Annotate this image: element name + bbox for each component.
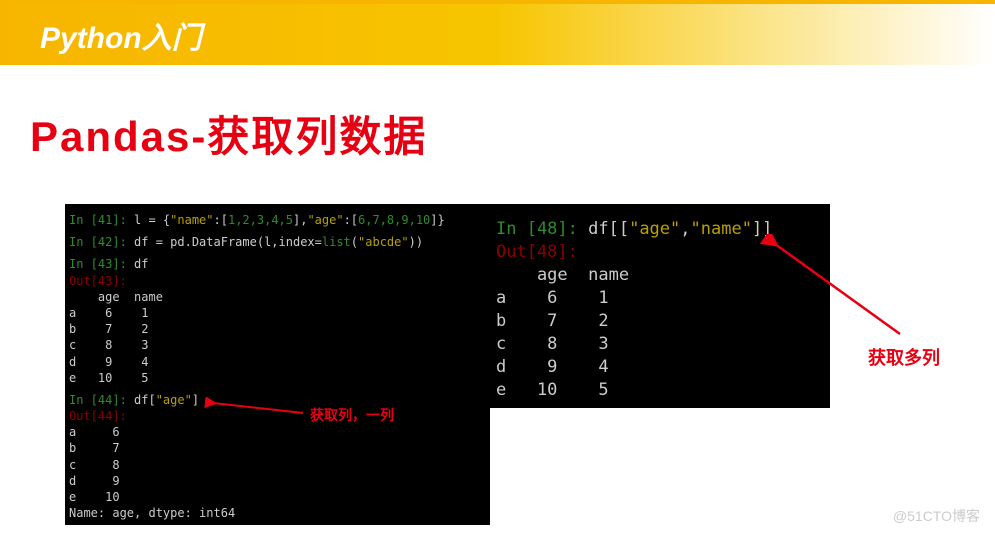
in-prompt: In [48]: — [496, 219, 578, 239]
code-text: ( — [351, 235, 358, 249]
header-bar: Python入门 — [0, 0, 995, 65]
line-in44: In [44]: df["age"] — [69, 392, 486, 408]
code-text: ]] — [752, 219, 772, 239]
code-str: "age" — [629, 219, 680, 239]
code-text: df[ — [127, 393, 156, 407]
in-prompt: In [42]: — [69, 235, 127, 249]
table-out43: age name a 6 1 b 7 2 c 8 3 d 9 4 e 10 5 — [69, 289, 486, 386]
code-text: :[ — [214, 213, 228, 227]
code-int: 6,7,8,9,10 — [358, 213, 430, 227]
code-func: list — [322, 235, 351, 249]
out-prompt: Out[43]: — [69, 274, 127, 288]
out-prompt: Out[44]: — [69, 409, 127, 423]
code-str: "name" — [170, 213, 213, 227]
code-int: 1,2,3,4,5 — [228, 213, 293, 227]
in-prompt: In [41]: — [69, 213, 127, 227]
code-str: "age" — [307, 213, 343, 227]
line-out43: Out[43]: — [69, 273, 486, 289]
code-str: "abcde" — [358, 235, 409, 249]
code-block-right: In [48]: df[["age","name"]] Out[48]: age… — [490, 204, 830, 408]
code-text: df[[ — [578, 219, 629, 239]
code-str: "age" — [156, 393, 192, 407]
line-out48: Out[48]: — [496, 241, 824, 264]
line-out44: Out[44]: — [69, 408, 486, 424]
code-text: l = { — [127, 213, 170, 227]
line-in42: In [42]: df = pd.DataFrame(l,index=list(… — [69, 234, 486, 250]
code-text: ] — [192, 393, 199, 407]
header-title: Python入门 — [40, 13, 202, 57]
code-text: )) — [409, 235, 423, 249]
annotation-multi-col: 获取多列 — [868, 344, 940, 370]
code-text: ], — [293, 213, 307, 227]
code-block-left: In [41]: l = {"name":[1,2,3,4,5],"age":[… — [65, 204, 490, 525]
code-area: In [41]: l = {"name":[1,2,3,4,5],"age":[… — [0, 204, 995, 525]
out-prompt: Out[48]: — [496, 242, 578, 262]
line-in43: In [43]: df — [69, 256, 486, 272]
code-text: :[ — [344, 213, 358, 227]
main-title: Pandas-获取列数据 — [30, 103, 995, 164]
watermark: @51CTO博客 — [893, 506, 980, 526]
code-text: , — [680, 219, 690, 239]
in-prompt: In [43]: — [69, 257, 127, 271]
right-column: In [48]: df[["age","name"]] Out[48]: age… — [500, 204, 965, 525]
table-out44: a 6 b 7 c 8 d 9 e 10 Name: age, dtype: i… — [69, 424, 486, 521]
code-text: df = pd.DataFrame(l,index= — [127, 235, 322, 249]
line-in48: In [48]: df[["age","name"]] — [496, 218, 824, 241]
annotation-single-col: 获取列，一列 — [310, 407, 394, 426]
code-text: ]} — [430, 213, 444, 227]
code-text: df — [127, 257, 149, 271]
line-in41: In [41]: l = {"name":[1,2,3,4,5],"age":[… — [69, 212, 486, 228]
table-out48: age name a 6 1 b 7 2 c 8 3 d 9 4 e 10 5 — [496, 264, 824, 402]
code-str: "name" — [691, 219, 752, 239]
in-prompt: In [44]: — [69, 393, 127, 407]
